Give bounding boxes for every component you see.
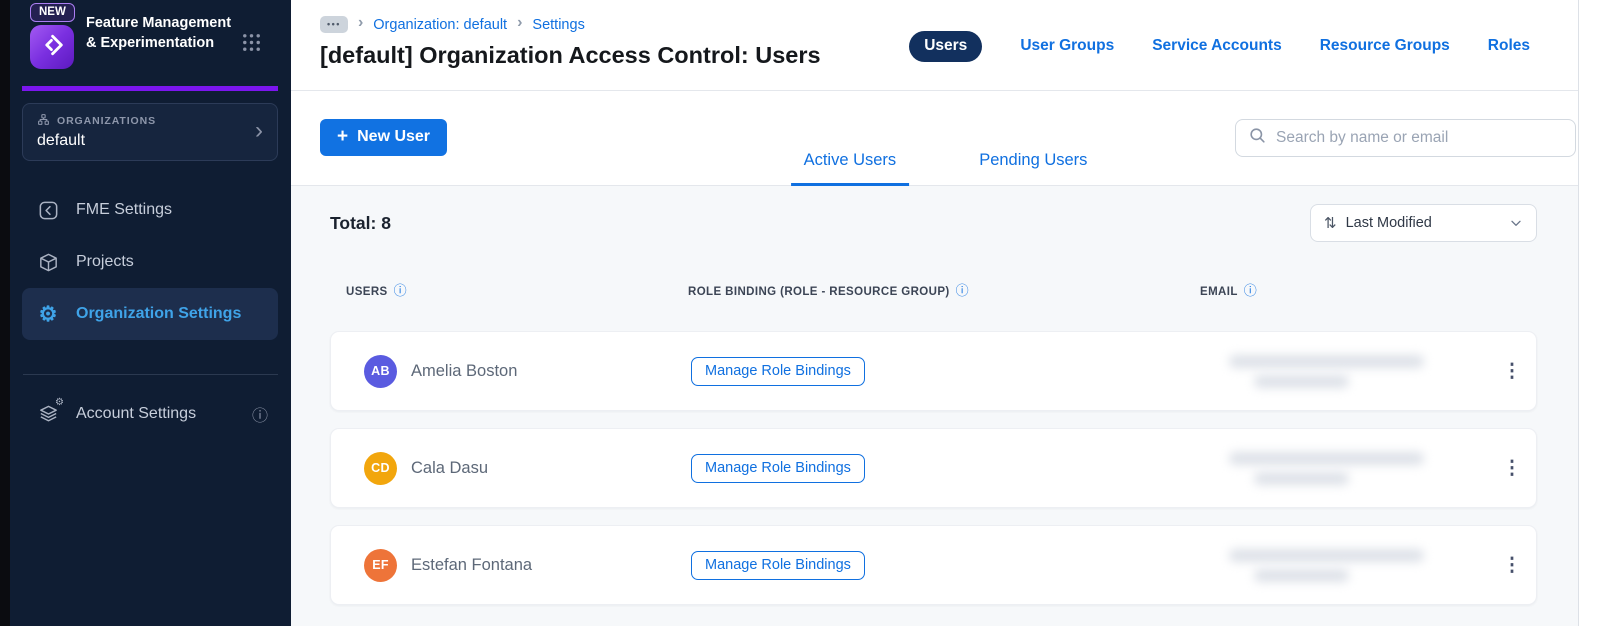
product-title: Feature Management & Experimentation [86, 15, 232, 51]
toolbar: + New User Active Users Pending Users [291, 91, 1578, 186]
user-name: Cala Dasu [411, 458, 489, 477]
manage-role-bindings-button[interactable]: Manage Role Bindings [691, 550, 865, 580]
tab-resource-groups[interactable]: Resource Groups [1320, 37, 1450, 55]
info-icon[interactable]: ⓘ [252, 402, 268, 426]
column-header-email: EMAIL ⓘ [1200, 283, 1258, 298]
sidebar-item-label: FME Settings [76, 201, 173, 218]
access-control-tabs: Users User Groups Service Accounts Resou… [909, 30, 1530, 62]
sidebar-nav: FME Settings Projects ⚙ Organization Set… [10, 184, 291, 340]
tab-active-users[interactable]: Active Users [790, 151, 910, 186]
info-icon[interactable]: ⓘ [956, 284, 969, 297]
search-input[interactable] [1276, 129, 1563, 147]
manage-role-bindings-button[interactable]: Manage Role Bindings [691, 356, 865, 386]
split-outline-icon [36, 198, 60, 222]
user-view-tabs: Active Users Pending Users [790, 151, 1101, 186]
sort-arrows-icon: ⇅ [1324, 215, 1337, 232]
sidebar-item-organization-settings[interactable]: ⚙ Organization Settings [22, 288, 278, 340]
sidebar-item-projects[interactable]: Projects [22, 236, 278, 288]
window-edge [0, 0, 10, 626]
sidebar-divider [23, 374, 278, 375]
purple-accent-rule [22, 86, 278, 91]
page-header: ••• › Organization: default › Settings [… [291, 0, 1578, 91]
avatar: EF [364, 548, 397, 582]
organization-value: default [37, 132, 86, 149]
new-badge: NEW [30, 3, 75, 22]
avatar: CD [364, 451, 397, 485]
breadcrumb-settings-link[interactable]: Settings [532, 17, 584, 33]
cube-icon [36, 250, 60, 274]
avatar: AB [364, 354, 397, 388]
table-row: EF Estefan Fontana Manage Role Bindings … [330, 525, 1537, 605]
total-count: Total: 8 [330, 212, 391, 233]
sidebar-item-label: Projects [76, 253, 134, 270]
chevron-right-icon: › [255, 116, 263, 144]
new-user-button-label: New User [357, 128, 431, 145]
tab-roles[interactable]: Roles [1488, 37, 1530, 55]
search-input-wrapper [1235, 119, 1576, 157]
tab-users[interactable]: Users [909, 30, 983, 62]
redacted-email [1185, 451, 1488, 485]
sort-dropdown[interactable]: ⇅ Last Modified [1310, 204, 1537, 242]
table-row: CD Cala Dasu Manage Role Bindings ⋮ [330, 428, 1537, 508]
plus-icon: + [337, 126, 349, 147]
page-title: [default] Organization Access Control: U… [320, 42, 821, 68]
new-user-button[interactable]: + New User [320, 119, 448, 156]
redacted-email [1185, 354, 1488, 388]
split-logo [30, 25, 74, 69]
app-window: NEW Feature Management & Experimentation [0, 0, 1600, 626]
kebab-menu-icon[interactable]: ⋮ [1503, 459, 1522, 478]
chevron-right-icon: › [357, 14, 364, 31]
app-launcher-grid-icon[interactable] [240, 31, 263, 59]
chevron-down-icon [1508, 215, 1524, 231]
manage-role-bindings-button[interactable]: Manage Role Bindings [691, 453, 865, 483]
tab-pending-users[interactable]: Pending Users [966, 151, 1100, 186]
table-row: AB Amelia Boston Manage Role Bindings ⋮ [330, 331, 1537, 411]
users-list-section: Total: 8 ⇅ Last Modified USERS ⓘ ROLE BI… [291, 186, 1578, 626]
ellipsis-icon: ••• [327, 19, 341, 29]
split-mark-icon [38, 31, 66, 64]
tab-user-groups[interactable]: User Groups [1020, 37, 1114, 55]
info-icon[interactable]: ⓘ [394, 284, 407, 297]
tab-service-accounts[interactable]: Service Accounts [1152, 37, 1282, 55]
kebab-menu-icon[interactable]: ⋮ [1503, 556, 1522, 575]
sidebar-item-label: Organization Settings [76, 305, 242, 322]
search-icon [1248, 126, 1267, 150]
column-header-role-binding: ROLE BINDING (ROLE - RESOURCE GROUP) ⓘ [688, 283, 970, 298]
chevron-right-icon: › [517, 14, 523, 31]
sidebar: NEW Feature Management & Experimentation [10, 0, 291, 626]
viewport-right-edge [1578, 0, 1600, 626]
sidebar-item-label: Account Settings [76, 405, 197, 422]
users-list: AB Amelia Boston Manage Role Bindings ⋮ [330, 331, 1537, 605]
user-name: Estefan Fontana [411, 555, 533, 574]
breadcrumb: ••• › Organization: default › Settings [320, 0, 821, 33]
column-header-users: USERS ⓘ [346, 283, 408, 298]
sidebar-item-account-settings[interactable]: ⚙ Account Settings ⓘ [22, 388, 278, 440]
organization-selector[interactable]: ORGANIZATIONS default › [22, 103, 278, 161]
redacted-email [1185, 548, 1488, 582]
sidebar-item-fme-settings[interactable]: FME Settings [22, 184, 278, 236]
breadcrumb-ellipsis-button[interactable]: ••• [320, 16, 348, 33]
organizations-label: ORGANIZATIONS [57, 115, 157, 127]
breadcrumb-organization-link[interactable]: Organization: default [373, 17, 507, 33]
sort-dropdown-value: Last Modified [1345, 215, 1432, 231]
kebab-menu-icon[interactable]: ⋮ [1503, 362, 1522, 381]
info-icon[interactable]: ⓘ [1244, 284, 1257, 297]
main-area: ••• › Organization: default › Settings [… [291, 0, 1578, 626]
layers-gear-icon: ⚙ [36, 397, 64, 426]
sitemap-icon [37, 113, 50, 129]
user-name: Amelia Boston [411, 361, 518, 380]
table-header-row: USERS ⓘ ROLE BINDING (ROLE - RESOURCE GR… [330, 283, 1537, 302]
gear-icon: ⚙ [38, 302, 58, 326]
